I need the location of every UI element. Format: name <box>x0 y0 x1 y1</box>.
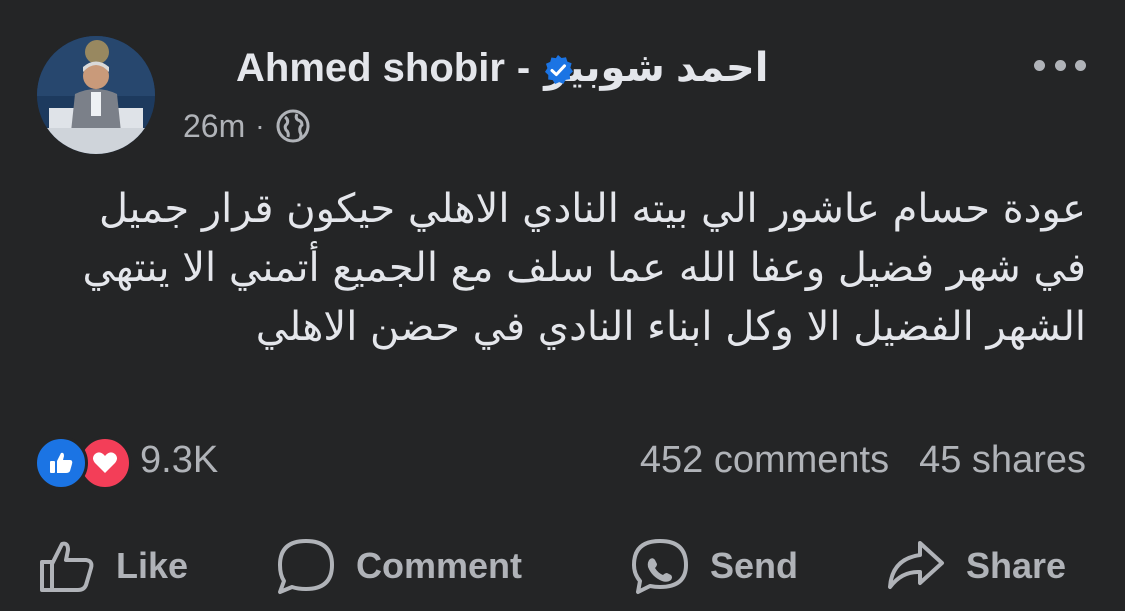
post-stats: 452 comments 45 shares <box>640 436 1086 484</box>
author-name-separator: - <box>516 46 531 90</box>
verified-badge-icon <box>545 55 573 84</box>
send-button[interactable]: Send <box>630 533 798 599</box>
shares-count[interactable]: 45 shares <box>919 436 1086 484</box>
reaction-icons <box>34 434 134 490</box>
author-name[interactable]: Ahmed shobir - احمد شوبير <box>236 44 768 92</box>
more-options-icon[interactable] <box>1034 50 1086 80</box>
author-avatar[interactable] <box>37 36 155 154</box>
thumbs-up-icon <box>40 541 94 592</box>
action-bar: Like Comment Send Share <box>0 533 1125 599</box>
comment-button[interactable]: Comment <box>276 533 522 599</box>
author-name-latin[interactable]: Ahmed shobir <box>236 44 505 92</box>
send-label: Send <box>710 545 799 586</box>
post-time[interactable]: 26m <box>183 106 245 146</box>
like-reaction-icon <box>34 436 88 490</box>
more-dot <box>1054 59 1066 71</box>
post-body: عودة حسام عاشور الي بيته النادي الاهلي ح… <box>82 186 1086 350</box>
comments-count[interactable]: 452 comments <box>640 436 889 484</box>
share-button[interactable]: Share <box>886 533 1066 599</box>
reactions-summary[interactable]: 9.3K <box>34 434 218 490</box>
meta-separator: · <box>255 110 265 141</box>
comment-bubble-icon <box>278 539 334 594</box>
like-label: Like <box>116 545 189 586</box>
globe-icon[interactable] <box>275 108 311 144</box>
messenger-icon <box>632 539 688 594</box>
reaction-count[interactable]: 9.3K <box>140 439 218 482</box>
author-name-arabic[interactable]: احمد شوبير <box>544 44 768 92</box>
more-dot <box>1034 59 1045 71</box>
more-dot <box>1075 59 1086 71</box>
share-label: Share <box>966 545 1067 586</box>
post-meta: 26m · <box>183 106 311 146</box>
share-arrow-icon <box>888 541 944 589</box>
like-button[interactable]: Like <box>38 533 188 599</box>
comment-label: Comment <box>356 545 523 586</box>
